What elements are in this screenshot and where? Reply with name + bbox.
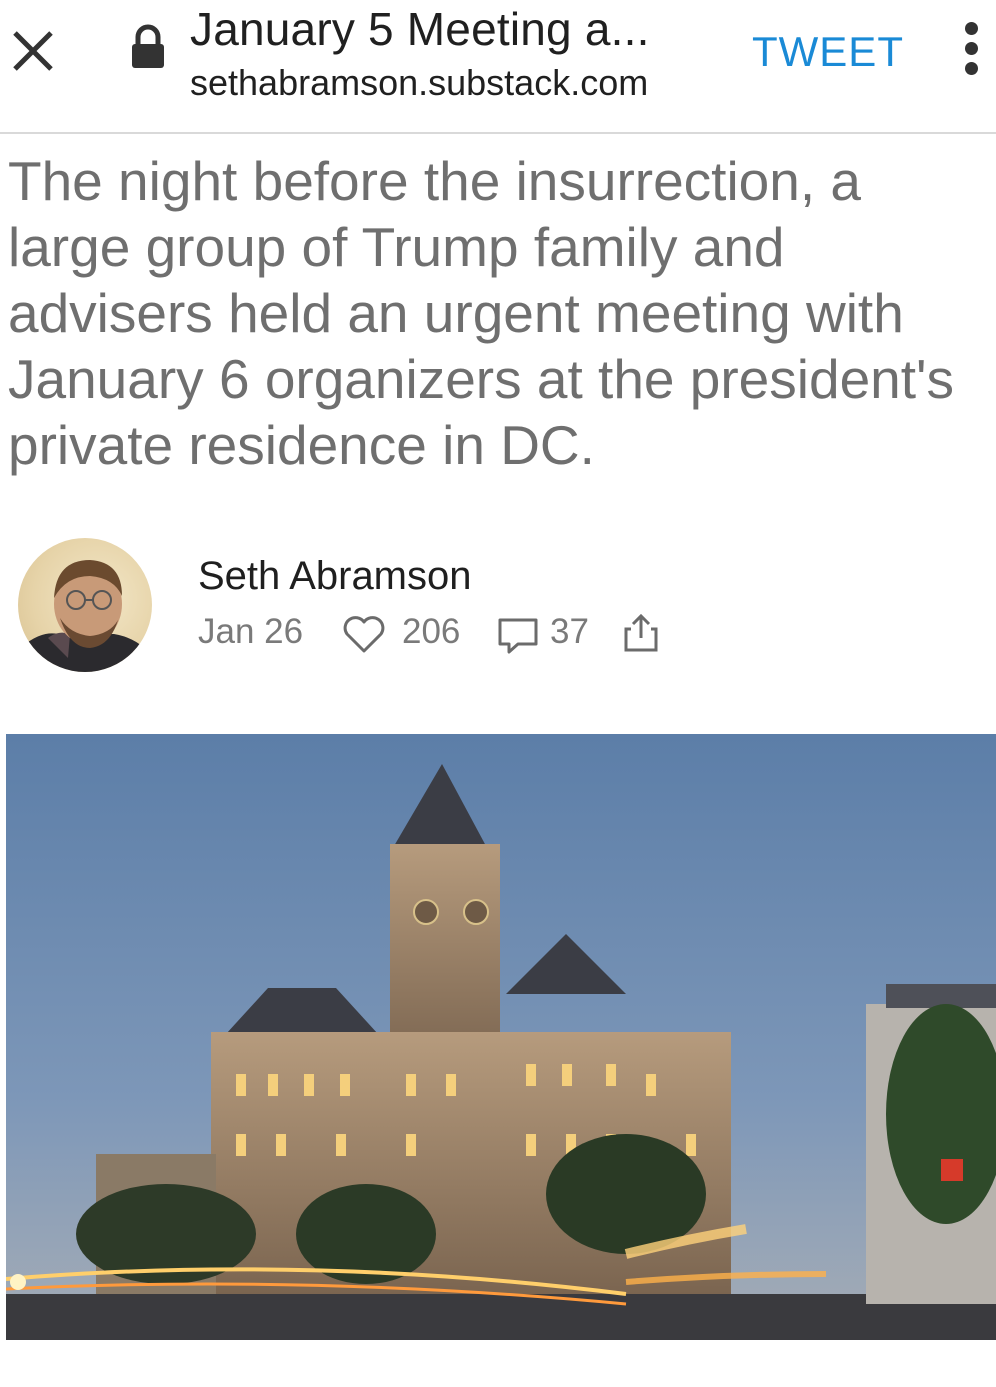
- page-domain: sethabramson.substack.com: [190, 62, 649, 103]
- like-count: 206: [402, 612, 461, 651]
- post-date: Jan 26: [198, 612, 304, 651]
- page-title[interactable]: January 5 Meeting a...: [190, 2, 650, 56]
- lock-icon: [128, 24, 168, 70]
- author-avatar[interactable]: [18, 538, 152, 672]
- comment-icon[interactable]: [496, 616, 540, 656]
- close-icon[interactable]: [8, 26, 58, 76]
- browser-toolbar: January 5 Meeting a... sethabramson.subs…: [0, 0, 996, 134]
- article-headline: The night before the insurrection, a lar…: [8, 150, 955, 476]
- author-name[interactable]: Seth Abramson: [198, 554, 472, 599]
- comment-count: 37: [550, 612, 589, 651]
- heart-icon[interactable]: [342, 614, 386, 654]
- share-icon[interactable]: [622, 612, 660, 654]
- more-vert-icon[interactable]: [958, 22, 984, 78]
- hero-image: [6, 734, 996, 1340]
- tweet-button[interactable]: TWEET: [752, 28, 904, 76]
